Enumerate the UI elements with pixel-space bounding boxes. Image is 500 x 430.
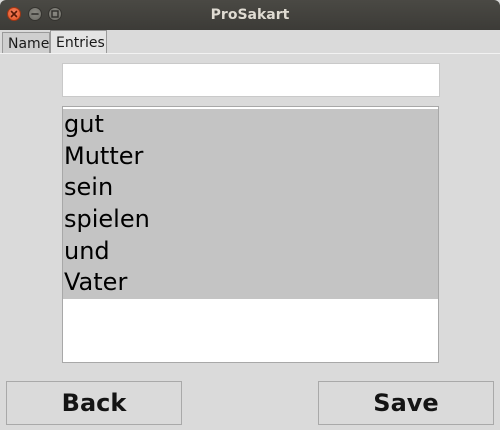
tab-entries[interactable]: Entries [50,30,107,54]
entries-listbox[interactable]: gut Mutter sein spielen und Vater [62,106,439,363]
list-item[interactable]: Mutter [63,140,438,173]
list-item[interactable]: sein [63,172,438,205]
list-item[interactable]: Vater [63,267,438,300]
app-window: ProSakart Name Entries gut Mutter sein s… [0,0,500,430]
list-item[interactable]: gut [63,109,438,141]
title-bar[interactable]: ProSakart [0,0,500,30]
list-item[interactable]: spielen [63,204,438,236]
entry-input[interactable] [62,63,440,97]
back-button[interactable]: Back [6,381,182,425]
list-item[interactable]: und [63,235,438,268]
save-button[interactable]: Save [318,381,494,425]
tab-name[interactable]: Name [2,32,50,54]
tab-bar: Name Entries [0,30,500,54]
window-title: ProSakart [210,7,290,23]
